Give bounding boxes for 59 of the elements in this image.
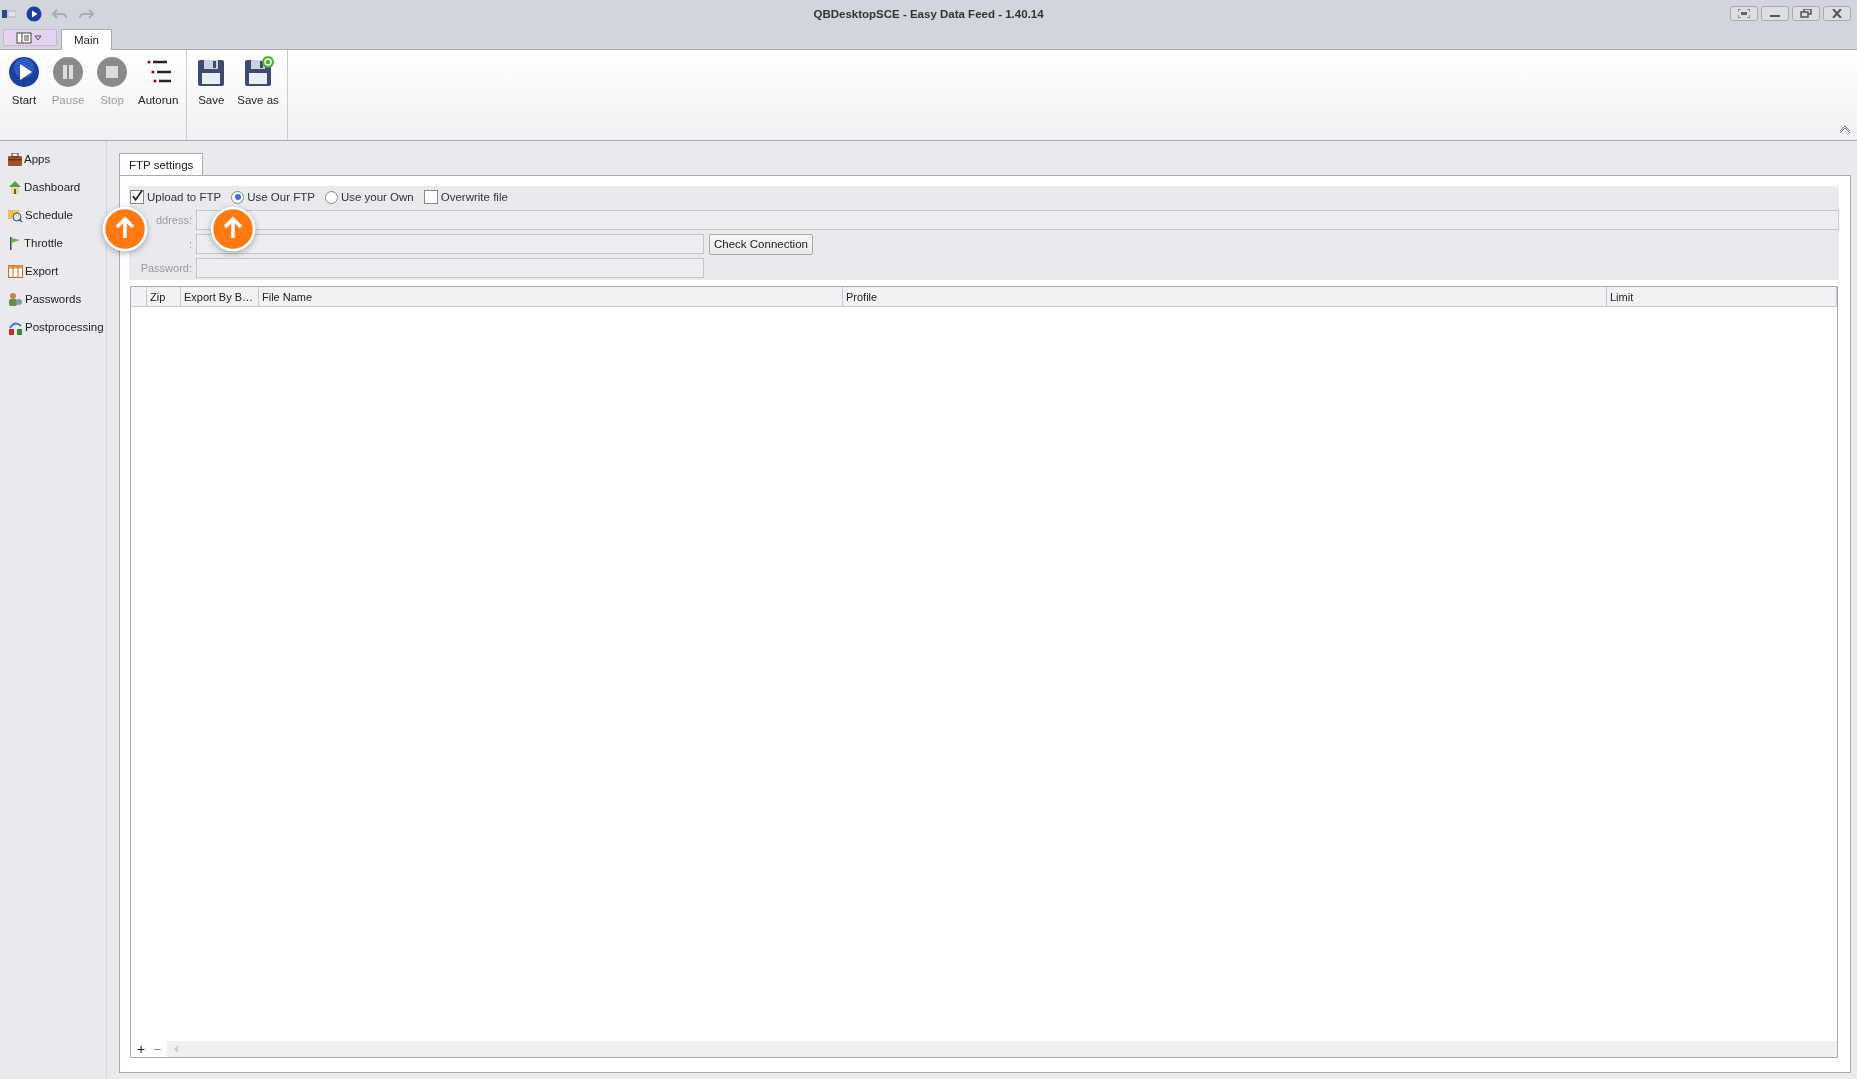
ribbon-tab[interactable]: Main: [61, 29, 112, 50]
checkbox[interactable]: Overwrite file: [423, 190, 508, 204]
horizontal-scrollbar[interactable]: [167, 1041, 1837, 1057]
column-header[interactable]: File Name: [259, 287, 843, 306]
flag-icon: [8, 236, 22, 250]
autorun-button[interactable]: Autorun: [136, 56, 181, 106]
folder-magnifier-icon: [8, 208, 23, 222]
restore-button[interactable]: [1792, 6, 1820, 21]
sidebar-item[interactable]: Schedule: [0, 205, 106, 225]
play-icon: [8, 56, 40, 88]
field-label: :: [187, 238, 193, 250]
window-title: QBDesktopSCE - Easy Data Feed - 1.40.14: [813, 7, 1044, 20]
field-label: Password:: [139, 262, 193, 274]
undo-icon[interactable]: [52, 7, 68, 20]
column-header[interactable]: Profile: [843, 287, 1607, 306]
restore-icon: [1800, 9, 1812, 18]
save-button[interactable]: Save: [191, 56, 232, 106]
arrow-blocks-icon: [8, 319, 23, 335]
remove-button[interactable]: −: [151, 1042, 163, 1056]
save-as-button[interactable]: Save as: [235, 56, 281, 106]
users-icon: [8, 292, 23, 306]
arrow-up-marker-icon[interactable]: [102, 206, 148, 252]
radio-button[interactable]: Use your Own: [324, 190, 414, 204]
collapse-ribbon-icon[interactable]: [1839, 125, 1851, 134]
panel-dropdown-icon: [16, 31, 44, 44]
radio-button[interactable]: Use Our FTP: [231, 190, 315, 204]
redo-icon[interactable]: [78, 7, 94, 20]
sidebar-item[interactable]: Postprocessing: [0, 317, 106, 337]
house-icon: [8, 180, 22, 194]
close-button[interactable]: [1823, 6, 1851, 21]
close-icon: [1831, 9, 1843, 18]
sidebar-item[interactable]: Passwords: [0, 289, 106, 309]
briefcase-icon: [8, 152, 22, 166]
floppy-disk-icon: [242, 56, 275, 88]
sidebar-item[interactable]: Throttle: [0, 233, 106, 253]
minimize-button[interactable]: [1761, 6, 1789, 21]
arrow-up-marker-icon[interactable]: [210, 206, 256, 252]
sidebar-item[interactable]: Dashboard: [0, 177, 106, 197]
check-icon: [131, 190, 143, 203]
scroll-left-icon[interactable]: [173, 1045, 179, 1053]
play-icon[interactable]: [26, 5, 42, 22]
column-header[interactable]: Export By B…: [181, 287, 259, 306]
app-icon[interactable]: [2, 8, 16, 19]
field-label: ddress:: [154, 214, 193, 226]
sidebar-item[interactable]: Apps: [0, 149, 106, 169]
check-connection-button[interactable]: Check Connection: [709, 233, 813, 255]
fullscreen-button[interactable]: [1730, 6, 1758, 21]
add-button[interactable]: +: [135, 1042, 147, 1056]
column-header[interactable]: Zip: [147, 287, 181, 306]
checkbox[interactable]: Upload to FTP: [130, 190, 222, 204]
table-icon: [8, 264, 23, 278]
sidebar-item[interactable]: Export: [0, 261, 106, 281]
app-menu-button[interactable]: [3, 29, 57, 46]
column-header[interactable]: Limit: [1607, 287, 1837, 306]
panel-tab[interactable]: FTP settings: [119, 153, 204, 175]
fullscreen-icon: [1738, 9, 1750, 18]
start-button[interactable]: Start: [4, 56, 44, 106]
pause-icon: [52, 56, 84, 88]
stop-icon: [96, 56, 128, 88]
